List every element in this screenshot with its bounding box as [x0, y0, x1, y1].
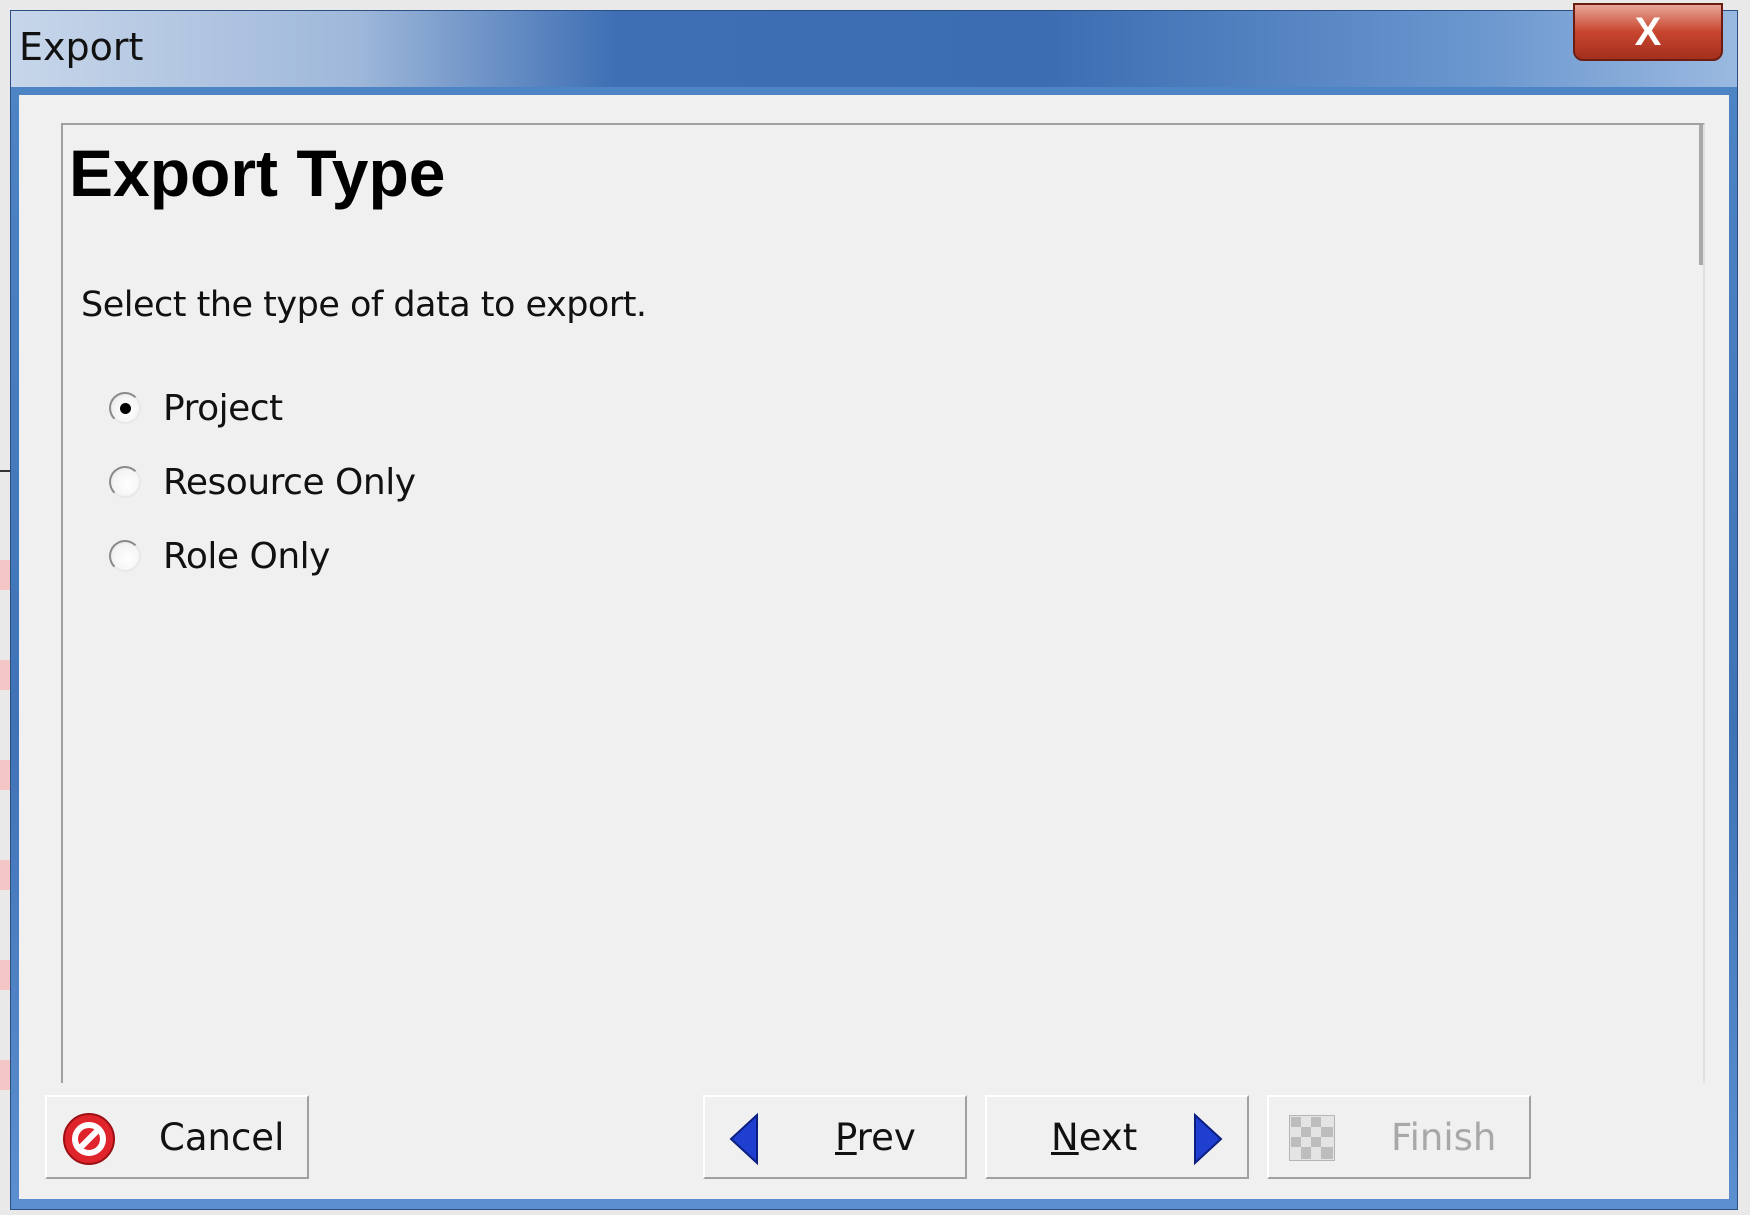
next-label: Next [1051, 1115, 1138, 1159]
panel-edge [1699, 125, 1703, 265]
page-title: Export Type [69, 136, 446, 210]
radio-label[interactable]: Project [163, 388, 283, 429]
cancel-icon [63, 1113, 115, 1165]
arrow-left-icon [729, 1112, 758, 1166]
cancel-label: Cancel [159, 1115, 285, 1159]
radio-button[interactable] [109, 392, 141, 424]
radio-label[interactable]: Role Only [163, 536, 330, 577]
close-button[interactable]: X [1573, 3, 1723, 61]
radio-option-resource-only[interactable]: Resource Only [109, 457, 416, 507]
dialog-client-area: Export Type Select the type of data to e… [19, 95, 1729, 1199]
close-icon: X [1634, 9, 1662, 54]
radio-label[interactable]: Resource Only [163, 462, 416, 503]
next-button[interactable]: Next [985, 1095, 1249, 1179]
wizard-page-panel: Export Type Select the type of data to e… [61, 123, 1705, 1083]
radio-option-role-only[interactable]: Role Only [109, 531, 330, 581]
cancel-button[interactable]: Cancel [45, 1095, 309, 1179]
radio-option-project[interactable]: Project [109, 383, 283, 433]
window-title: Export [19, 25, 144, 69]
checkered-flag-icon [1289, 1115, 1335, 1161]
finish-button[interactable]: Finish [1267, 1095, 1531, 1179]
export-dialog: Export X Export Type Select the type of … [10, 3, 1738, 1210]
arrow-right-icon [1194, 1112, 1223, 1166]
instruction-text: Select the type of data to export. [81, 285, 647, 325]
radio-button[interactable] [109, 466, 141, 498]
prev-button[interactable]: Prev [703, 1095, 967, 1179]
title-bar[interactable]: Export X [11, 3, 1737, 87]
radio-button[interactable] [109, 540, 141, 572]
background-arrow [0, 470, 10, 472]
prev-label: Prev [835, 1115, 916, 1159]
finish-label: Finish [1391, 1115, 1497, 1159]
